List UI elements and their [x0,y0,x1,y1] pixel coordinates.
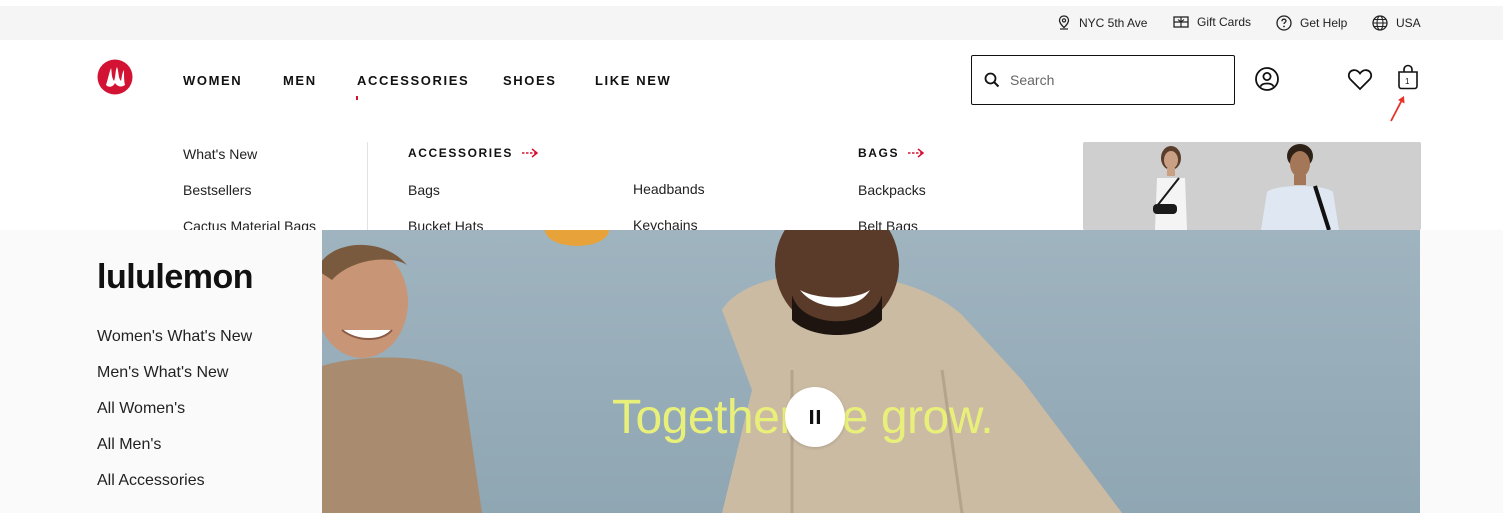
sidebar-link-all-accessories[interactable]: All Accessories [97,472,205,490]
store-locator-link[interactable]: NYC 5th Ave [1057,15,1147,30]
menu-whats-new[interactable]: What's New [183,146,257,162]
account-icon[interactable] [1255,67,1279,91]
search-icon [984,72,1000,88]
pause-icon [810,410,820,424]
pause-button[interactable] [785,387,845,447]
menu-bags[interactable]: Bags [408,182,440,198]
brand-title: lululemon [97,258,254,296]
accessories-heading: ACCESSORIES [408,146,513,160]
active-nav-indicator [356,96,358,100]
nav-men[interactable]: MEN [283,73,317,88]
get-help-link[interactable]: Get Help [1276,15,1347,31]
nav-shoes[interactable]: SHOES [503,73,557,88]
search-box[interactable] [971,55,1235,105]
accessories-heading-link[interactable]: ACCESSORIES [408,146,539,160]
bags-heading-link[interactable]: BAGS [858,146,925,160]
models-photo [1083,142,1421,230]
nav-like-new[interactable]: LIKE NEW [595,73,671,88]
bags-heading: BAGS [858,146,900,160]
menu-bestsellers[interactable]: Bestsellers [183,182,251,198]
search-input[interactable] [1010,72,1210,88]
region-label: USA [1396,16,1421,30]
menu-backpacks[interactable]: Backpacks [858,182,926,198]
sidebar-link-womens-whats-new[interactable]: Women's What's New [97,328,252,346]
gift-card-icon [1173,16,1189,28]
help-icon [1276,15,1292,31]
hero-scene [322,230,1122,513]
hero-video[interactable]: Together we grow. [322,230,1420,513]
annotation-arrow-icon [1390,96,1405,122]
wishlist-heart-icon[interactable] [1347,68,1373,91]
menu-promo-image[interactable] [1083,142,1421,230]
get-help-label: Get Help [1300,16,1348,30]
sidebar-link-all-womens[interactable]: All Women's [97,400,185,418]
gift-cards-link[interactable]: Gift Cards [1173,15,1251,29]
arrow-right-icon [521,148,539,158]
nav-women[interactable]: WOMEN [183,73,242,88]
nav-accessories[interactable]: ACCESSORIES [357,73,469,88]
region-selector[interactable]: USA [1372,15,1421,31]
menu-divider [367,142,368,230]
arrow-right-icon [908,148,925,158]
gift-cards-label: Gift Cards [1197,15,1252,29]
bag-count-badge: 1 [1405,77,1410,86]
menu-headbands[interactable]: Headbands [633,181,705,197]
utility-bar: NYC 5th Ave Gift Cards Get Help USA [0,6,1503,40]
location-pin-icon [1058,15,1070,30]
sidebar-link-mens-whats-new[interactable]: Men's What's New [97,364,228,382]
sidebar-link-all-mens[interactable]: All Men's [97,436,161,454]
globe-icon [1372,15,1388,31]
lululemon-logo[interactable] [97,59,133,95]
store-label: NYC 5th Ave [1079,15,1148,30]
